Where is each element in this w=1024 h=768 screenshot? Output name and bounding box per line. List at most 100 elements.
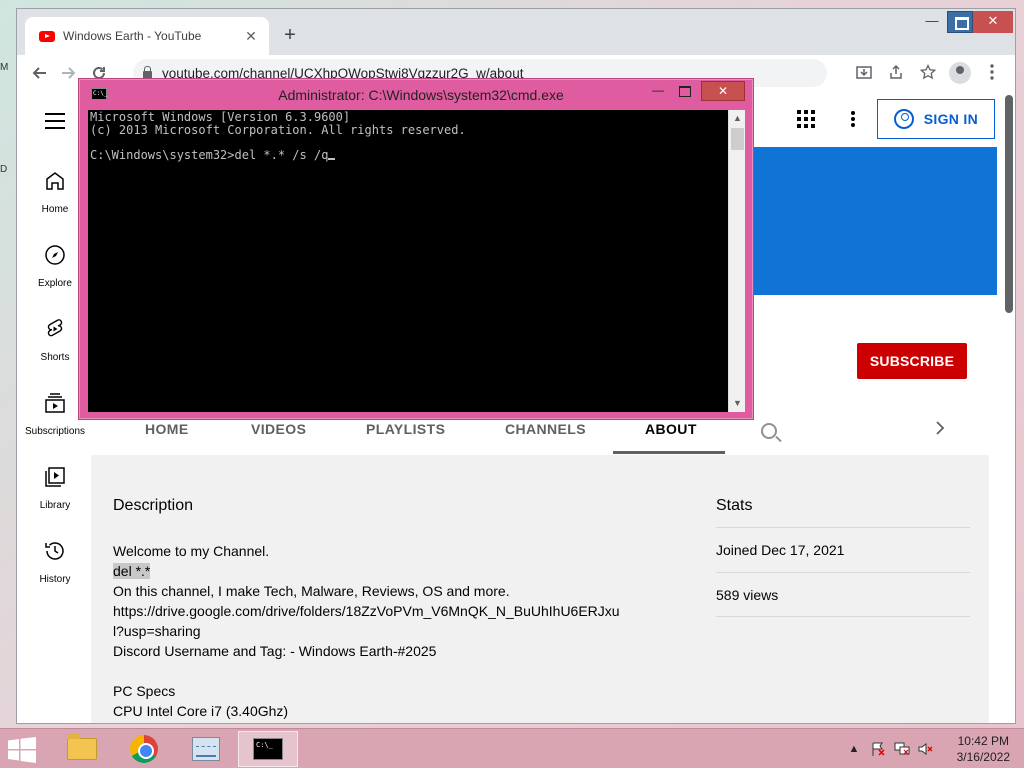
browser-tab[interactable]: Windows Earth - YouTube ✕: [25, 17, 269, 55]
volume-muted-icon[interactable]: [918, 742, 934, 756]
taskbar-command-prompt[interactable]: C:\_: [238, 731, 298, 767]
console-command: C:\Windows\system32>del *.* /s /q: [90, 147, 329, 162]
sidebar-item-history[interactable]: History: [17, 539, 93, 587]
cmd-minimize-button[interactable]: —: [645, 81, 671, 101]
cmd-close-button[interactable]: ✕: [701, 81, 745, 101]
scroll-up-arrow-icon[interactable]: ▲: [729, 110, 746, 127]
system-tray: ▲: [846, 729, 934, 768]
console-output: Microsoft Windows [Version 6.3.9600] (c)…: [90, 111, 466, 161]
chrome-icon: [130, 735, 158, 763]
stat-joined: Joined Dec 17, 2021: [716, 527, 970, 572]
description-line: On this channel, I make Tech, Malware, R…: [113, 583, 510, 599]
tab-about[interactable]: ABOUT: [645, 421, 697, 437]
subscribe-button[interactable]: SUBSCRIBE: [857, 343, 967, 379]
tab-home[interactable]: HOME: [145, 421, 189, 437]
tab-strip: Windows Earth - YouTube ✕ + — ✕: [17, 9, 1015, 55]
history-icon: [45, 542, 64, 560]
description-line: del *.*: [113, 561, 653, 581]
windows-logo-icon: [8, 737, 36, 763]
text-cursor: [328, 158, 336, 160]
scroll-down-arrow-icon[interactable]: ▼: [729, 395, 746, 412]
description-link[interactable]: https://drive.google.com/drive/folders/1…: [113, 601, 653, 621]
show-hidden-icons-caret[interactable]: ▲: [846, 742, 862, 756]
cmd-titlebar[interactable]: C:\_ Administrator: C:\Windows\system32\…: [79, 79, 753, 109]
cmd-scrollbar[interactable]: ▲ ▼: [728, 110, 745, 412]
taskbar-clock[interactable]: 10:42 PM 3/16/2022: [957, 733, 1010, 765]
cmd-window: C:\_ Administrator: C:\Windows\system32\…: [78, 78, 754, 420]
back-button[interactable]: [25, 59, 53, 87]
description-line: [113, 661, 653, 681]
youtube-apps-icon[interactable]: [796, 110, 815, 128]
stats-list: Joined Dec 17, 2021 589 views: [716, 527, 970, 617]
description-line: CPU Intel Core i7 (3.40Ghz): [113, 703, 289, 719]
taskbar-performance-monitor[interactable]: [176, 731, 236, 767]
page-scrollbar-thumb[interactable]: [1005, 95, 1013, 313]
tab-title: Windows Earth - YouTube: [63, 29, 202, 43]
bookmark-star-button[interactable]: [915, 59, 941, 85]
back-arrow-icon: [32, 67, 46, 79]
taskbar-chrome[interactable]: [114, 731, 174, 767]
forward-arrow-icon: [62, 67, 76, 79]
window-close-button[interactable]: ✕: [973, 11, 1013, 33]
description-line: Discord Username and Tag: - Windows Eart…: [113, 643, 437, 659]
network-icon[interactable]: [894, 742, 910, 756]
description-link[interactable]: l?usp=sharing: [113, 621, 653, 641]
share-icon: [890, 64, 902, 79]
action-center-flag-icon[interactable]: [870, 742, 886, 756]
tab-playlists[interactable]: PLAYLISTS: [366, 421, 445, 437]
sidebar-label: Shorts: [40, 352, 70, 363]
account-circle-icon: [893, 109, 914, 129]
taskbar: C:\_ ▲ 10:42 PM 3/16/2022: [0, 728, 1024, 768]
console-prompt-line: C:\Windows\system32>del *.* /s /q: [90, 147, 466, 162]
clock-date: 3/16/2022: [956, 750, 1010, 764]
performance-monitor-icon: [192, 737, 220, 761]
settings-menu-icon[interactable]: [850, 109, 855, 129]
description-line: Welcome to my Channel.: [113, 543, 270, 559]
taskbar-file-explorer[interactable]: [52, 731, 112, 767]
folder-icon: [67, 734, 97, 760]
install-app-button[interactable]: [851, 59, 877, 85]
profile-button[interactable]: [947, 59, 973, 85]
yt-header-actions: SIGN IN: [796, 91, 995, 147]
stats-heading: Stats: [716, 497, 753, 514]
shorts-icon: [47, 319, 63, 337]
cmd-console[interactable]: Microsoft Windows [Version 6.3.9600] (c)…: [88, 110, 728, 412]
channel-search-icon[interactable]: [761, 423, 777, 439]
cmd-scroll-thumb[interactable]: [731, 128, 744, 150]
tab-channels[interactable]: CHANNELS: [505, 421, 586, 437]
profile-avatar-icon: [949, 62, 971, 84]
sidebar-label: Home: [41, 204, 69, 215]
sidebar-label: Library: [39, 500, 71, 511]
cmd-maximize-button[interactable]: [671, 81, 697, 101]
library-icon: [45, 467, 65, 487]
sign-in-label: SIGN IN: [923, 111, 978, 127]
window-minimize-button[interactable]: —: [919, 11, 945, 33]
toolbar-actions: [851, 59, 1005, 85]
hamburger-menu-icon[interactable]: [45, 113, 65, 134]
youtube-favicon-icon: [39, 30, 55, 42]
console-line: (c) 2013 Microsoft Corporation. All righ…: [90, 122, 466, 137]
command-prompt-icon: C:\_: [253, 738, 283, 760]
sidebar-label: History: [39, 574, 71, 585]
share-button[interactable]: [883, 59, 909, 85]
tab-close-button[interactable]: ✕: [243, 28, 259, 45]
description-text: Welcome to my Channel. del *.* On this c…: [113, 541, 653, 721]
chevron-right-icon[interactable]: [935, 419, 945, 440]
stat-views: 589 views: [716, 572, 970, 617]
window-maximize-button[interactable]: [947, 11, 973, 33]
sidebar-label: Explore: [38, 278, 72, 289]
star-icon: [920, 64, 936, 80]
subscriptions-icon: [45, 393, 65, 413]
new-tab-button[interactable]: +: [279, 23, 301, 47]
sign-in-button[interactable]: SIGN IN: [876, 99, 995, 139]
desktop-edge-fragment: M: [0, 62, 9, 73]
console-line: Microsoft Windows [Version 6.3.9600]: [90, 110, 351, 124]
sidebar-label: Subscriptions: [24, 426, 86, 437]
about-section: Description Welcome to my Channel. del *…: [91, 455, 989, 723]
compass-icon: [45, 245, 65, 265]
start-button[interactable]: [8, 737, 40, 763]
tab-videos[interactable]: VIDEOS: [251, 421, 306, 437]
desktop-edge-fragment: D: [0, 164, 8, 175]
sidebar-item-library[interactable]: Library: [17, 465, 93, 513]
chrome-menu-button[interactable]: [979, 59, 1005, 85]
